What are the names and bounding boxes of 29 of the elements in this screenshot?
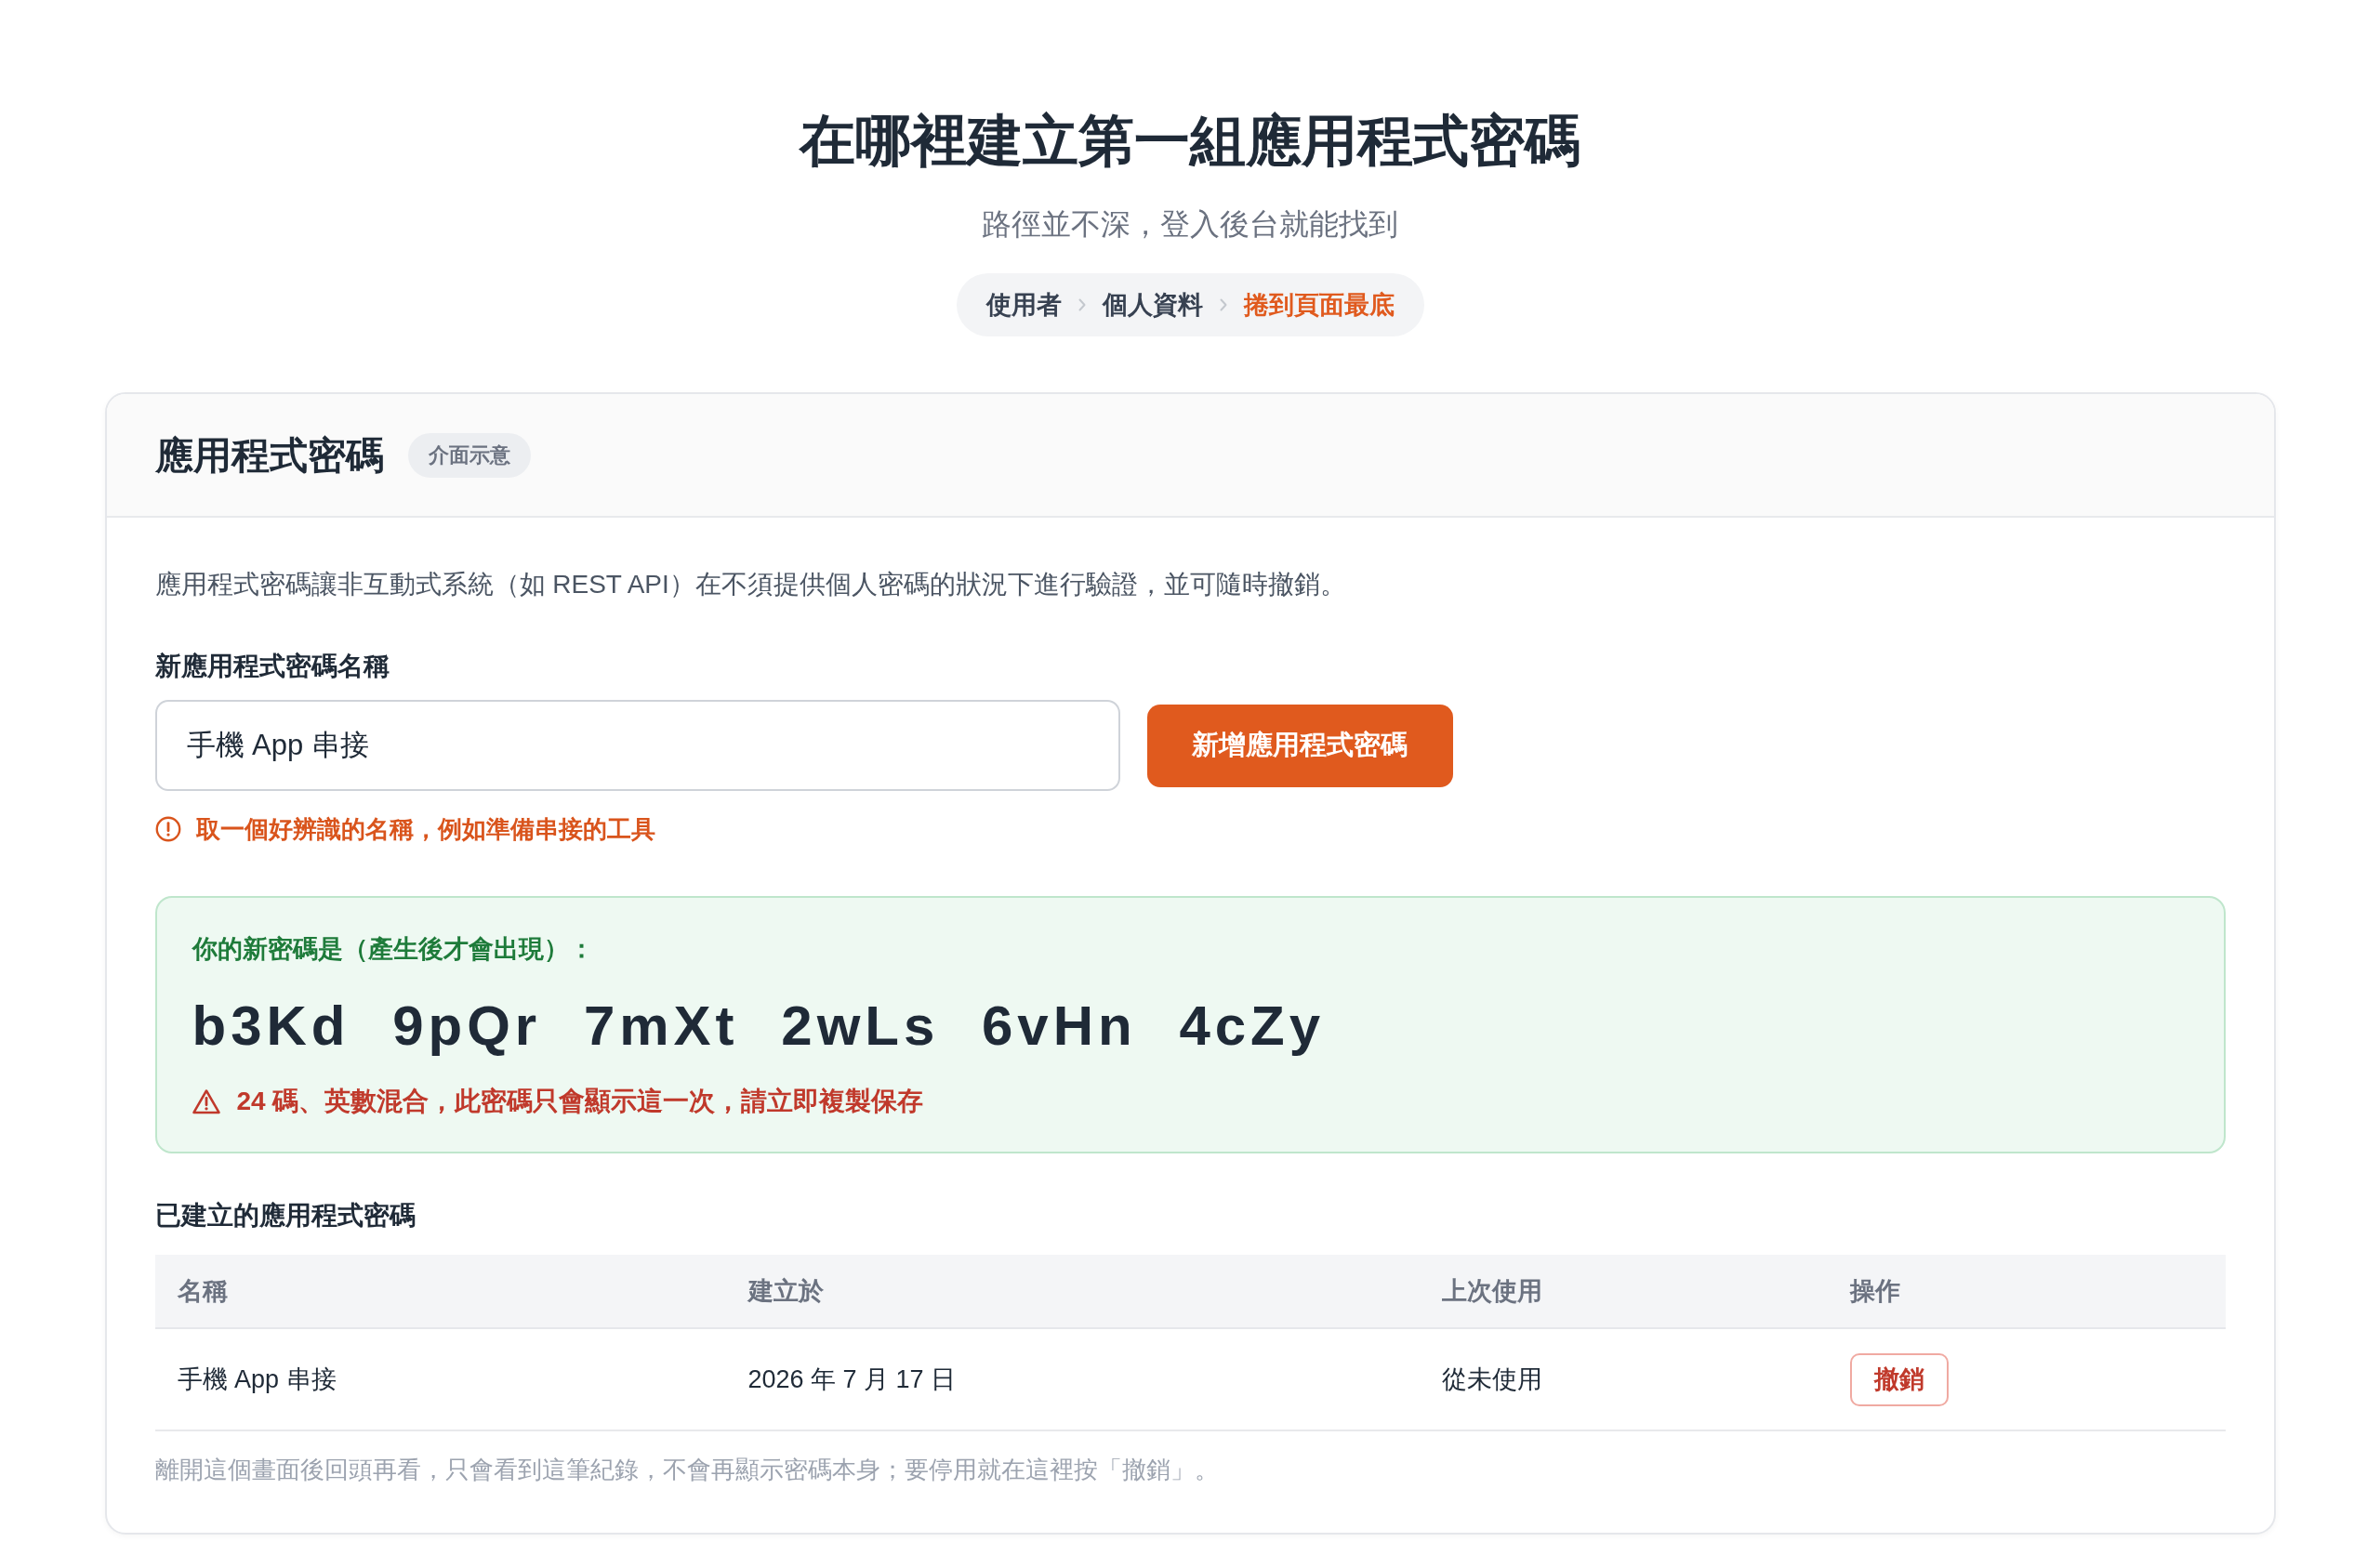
new-password-value: b3Kd 9pQr 7mXt 2wLs 6vHn 4cZy — [192, 994, 1326, 1059]
table-cell-text: 手機 App 串接 — [176, 1364, 337, 1395]
breadcrumb-item: 個人資料 — [1102, 290, 1203, 321]
column-header: 名稱 — [176, 1276, 228, 1307]
breadcrumb-item: 使用者 — [985, 290, 1062, 321]
table-cell-text: 2026 年 7 月 17 日 — [747, 1364, 957, 1395]
breadcrumb-item: 捲到頁面最底 — [1243, 290, 1395, 321]
chevron-right-icon — [1078, 298, 1086, 311]
hint-text: 取一個好辨識的名稱，例如準備串接的工具 — [195, 814, 655, 845]
demo-badge: 介面示意 — [407, 432, 531, 478]
warning-triangle-icon — [192, 1088, 220, 1114]
add-password-button[interactable]: 新增應用程式密碼 — [1146, 704, 1453, 787]
chevron-right-icon — [1219, 298, 1227, 311]
page-title: 在哪裡建立第一組應用程式密碼 — [798, 109, 1581, 174]
column-header: 上次使用 — [1440, 1276, 1542, 1307]
table-cell-text: 從未使用 — [1440, 1364, 1542, 1395]
page-subtitle: 路徑並不深，登入後台就能找到 — [981, 206, 1399, 243]
alert-circle-icon — [154, 816, 181, 842]
field-label: 新應用程式密碼名稱 — [154, 651, 390, 682]
warning-text: 24 碼、英數混合，此密碼只會顯示這一次，請立即複製保存 — [236, 1086, 924, 1117]
section-title: 已建立的應用程式密碼 — [154, 1200, 416, 1232]
name-input-field[interactable]: 手機 App 串接 — [154, 700, 1120, 791]
description-text: 應用程式密碼讓非互動式系統（如 REST API）在不須提供個人密碼的狀況下進行驗證，並可隨時撤銷。 — [154, 569, 1347, 600]
revoke-button[interactable]: 撤銷 — [1849, 1352, 1949, 1406]
column-header: 操作 — [1848, 1276, 1900, 1307]
column-header: 建立於 — [747, 1276, 824, 1307]
new-password-label: 你的新密碼是（產生後才會出現）： — [192, 934, 595, 965]
card-title: 應用程式密碼 — [154, 432, 384, 479]
footnote-text: 離開這個畫面後回頭再看，只會看到這筆紀錄，不會再顯示密碼本身；要停用就在這裡按「撤銷」。 — [154, 1455, 1220, 1485]
